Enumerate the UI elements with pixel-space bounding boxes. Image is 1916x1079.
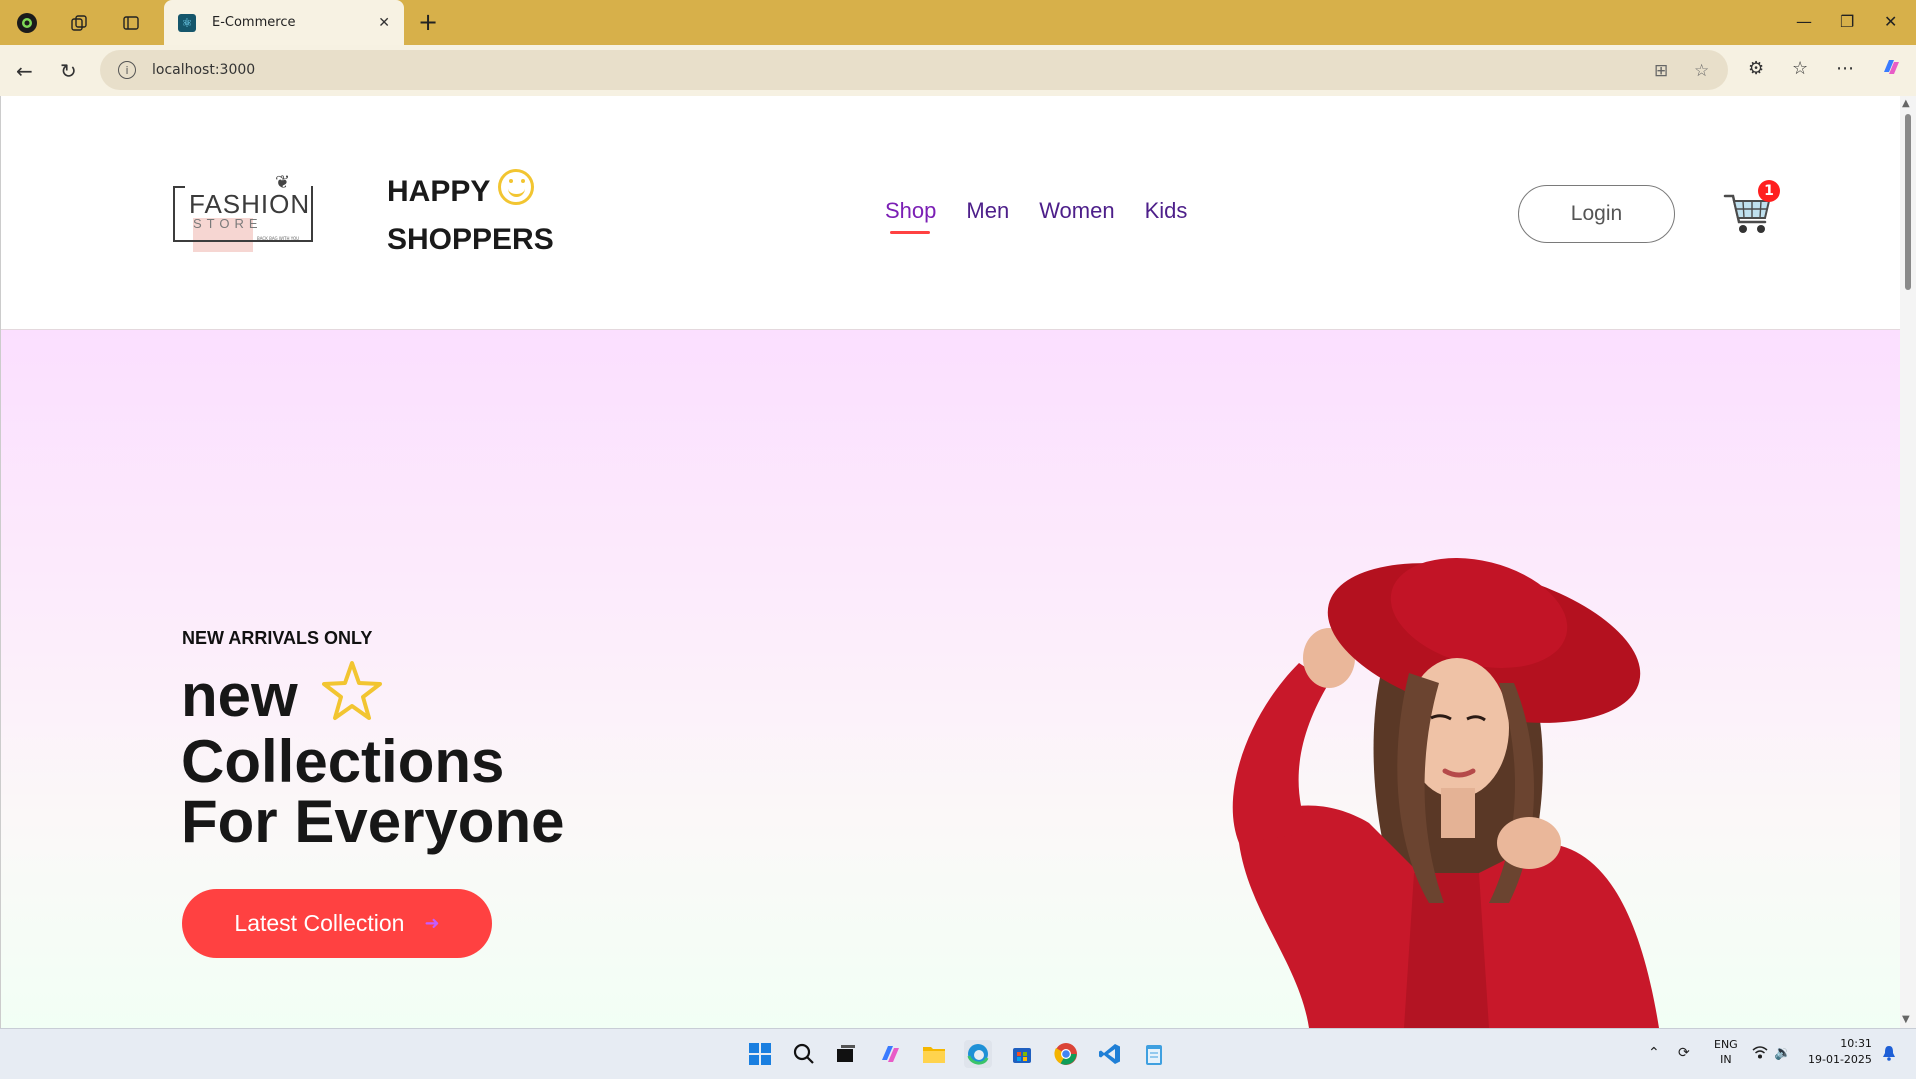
- start-icon[interactable]: [746, 1040, 774, 1068]
- vscode-icon[interactable]: [1096, 1040, 1124, 1068]
- menu-item-label: Shop: [885, 198, 937, 223]
- app-available-icon[interactable]: ⊞: [1654, 61, 1668, 81]
- copilot-taskbar-icon[interactable]: [876, 1040, 904, 1068]
- logo-word-store: STORE: [193, 216, 263, 231]
- search-icon[interactable]: [790, 1040, 818, 1068]
- star-icon: [321, 660, 382, 732]
- browser-toolbar: ← ↻ i localhost:3000 ⊞ ☆: [0, 45, 1916, 96]
- file-explorer-icon[interactable]: [920, 1040, 948, 1068]
- brand-line2: SHOPPERS: [387, 223, 554, 256]
- close-window-icon[interactable]: ✕: [1884, 12, 1897, 31]
- tab-actions-icon[interactable]: [118, 11, 144, 35]
- active-underline: [890, 231, 930, 234]
- react-icon: ⚛: [178, 13, 196, 32]
- hero-line2: Collections: [181, 728, 505, 795]
- language-line1: ENG: [1714, 1038, 1738, 1051]
- edge-icon[interactable]: [964, 1040, 992, 1068]
- windows-taskbar: ⌃ ⟳ ENG IN 🔉 10:31 19-01-2025: [0, 1028, 1916, 1079]
- reload-icon[interactable]: ↻: [60, 59, 77, 83]
- site-info-icon[interactable]: i: [118, 61, 136, 79]
- hero-line1: new: [181, 662, 298, 729]
- scroll-down-icon[interactable]: ▼: [1902, 1014, 1910, 1025]
- language-line2: IN: [1720, 1053, 1732, 1066]
- store-icon[interactable]: [1008, 1040, 1036, 1068]
- screen: ⚛ E-Commerce ✕ + — ❐ ✕ ← ↻ i localhost:3…: [0, 0, 1916, 1079]
- back-icon[interactable]: ←: [16, 59, 33, 83]
- smiley-icon: [498, 169, 535, 205]
- hero-section: NEW ARRIVALS ONLY new Collections For Ev…: [1, 330, 1901, 1028]
- menu-item-kids[interactable]: Kids: [1145, 198, 1188, 230]
- browser-tab-bar: ⚛ E-Commerce ✕ + — ❐ ✕: [0, 0, 1916, 45]
- hero-kicker: NEW ARRIVALS ONLY: [182, 628, 373, 648]
- hero-line3: For Everyone: [181, 788, 565, 855]
- menu-item-women[interactable]: Women: [1039, 198, 1114, 230]
- tab-title: E-Commerce: [212, 15, 296, 30]
- main-menu: Shop Men Women Kids: [885, 198, 1188, 234]
- profile-icon[interactable]: [14, 11, 40, 35]
- new-tab-icon[interactable]: +: [418, 8, 438, 36]
- notification-bell-icon[interactable]: [1882, 1045, 1896, 1065]
- brand-line1: HAPPY: [387, 175, 491, 208]
- site-header: ❦ FASHION STORE BACK BAG WITH YOU HAPPY …: [1, 96, 1901, 330]
- menu-item-men[interactable]: Men: [966, 198, 1009, 230]
- volume-icon[interactable]: 🔉: [1774, 1045, 1791, 1061]
- page-scrollbar[interactable]: ▲ ▼: [1900, 96, 1916, 1028]
- minimize-icon[interactable]: —: [1796, 12, 1812, 31]
- clock-time: 10:31: [1840, 1037, 1872, 1050]
- logo-tagline: BACK BAG WITH YOU: [257, 236, 300, 241]
- favorites-icon[interactable]: ☆: [1792, 58, 1808, 79]
- extensions-icon[interactable]: ⚙: [1748, 58, 1764, 79]
- copilot-icon[interactable]: [1880, 56, 1902, 83]
- hero-headline: new Collections For Everyone: [181, 660, 564, 852]
- hero-model-image: [1232, 558, 1659, 1028]
- tab-ecommerce[interactable]: ⚛ E-Commerce ✕: [164, 0, 404, 45]
- workspaces-icon[interactable]: [66, 11, 92, 35]
- close-tab-icon[interactable]: ✕: [378, 15, 390, 31]
- clock[interactable]: 10:31 19-01-2025: [1808, 1036, 1872, 1068]
- more-menu-icon[interactable]: ⋯: [1836, 58, 1854, 79]
- login-button[interactable]: Login: [1518, 185, 1675, 243]
- cart-button[interactable]: 1: [1723, 180, 1780, 234]
- show-hidden-icons-icon[interactable]: ⌃: [1648, 1045, 1660, 1061]
- menu-item-label: Men: [966, 198, 1010, 223]
- brand-name: HAPPY SHOPPERS: [387, 168, 554, 264]
- chrome-icon[interactable]: [1052, 1040, 1080, 1068]
- menu-item-label: Women: [1039, 198, 1115, 223]
- url-text: localhost:3000: [152, 62, 256, 78]
- clock-date: 19-01-2025: [1808, 1053, 1872, 1066]
- address-bar[interactable]: i localhost:3000 ⊞ ☆: [100, 50, 1728, 90]
- language-indicator[interactable]: ENG IN: [1714, 1037, 1738, 1067]
- notepad-icon[interactable]: [1140, 1040, 1168, 1068]
- menu-item-shop[interactable]: Shop: [885, 198, 937, 234]
- menu-item-label: Kids: [1144, 198, 1188, 223]
- fashion-store-logo[interactable]: ❦ FASHION STORE BACK BAG WITH YOU: [171, 172, 315, 252]
- restore-icon[interactable]: ❐: [1840, 12, 1854, 31]
- sync-icon[interactable]: ⟳: [1678, 1045, 1690, 1061]
- latest-collection-button[interactable]: Latest Collection ➜: [182, 889, 492, 958]
- cart-count-badge: 1: [1758, 180, 1780, 202]
- page-viewport: ❦ FASHION STORE BACK BAG WITH YOU HAPPY …: [0, 96, 1916, 1028]
- arrow-icon: ➜: [424, 913, 440, 933]
- scroll-up-icon[interactable]: ▲: [1902, 98, 1910, 109]
- cta-label: Latest Collection: [234, 910, 405, 936]
- favorite-star-icon[interactable]: ☆: [1694, 61, 1709, 81]
- scrollbar-thumb[interactable]: [1905, 114, 1911, 290]
- task-view-icon[interactable]: [832, 1040, 860, 1068]
- wifi-icon[interactable]: [1752, 1045, 1768, 1063]
